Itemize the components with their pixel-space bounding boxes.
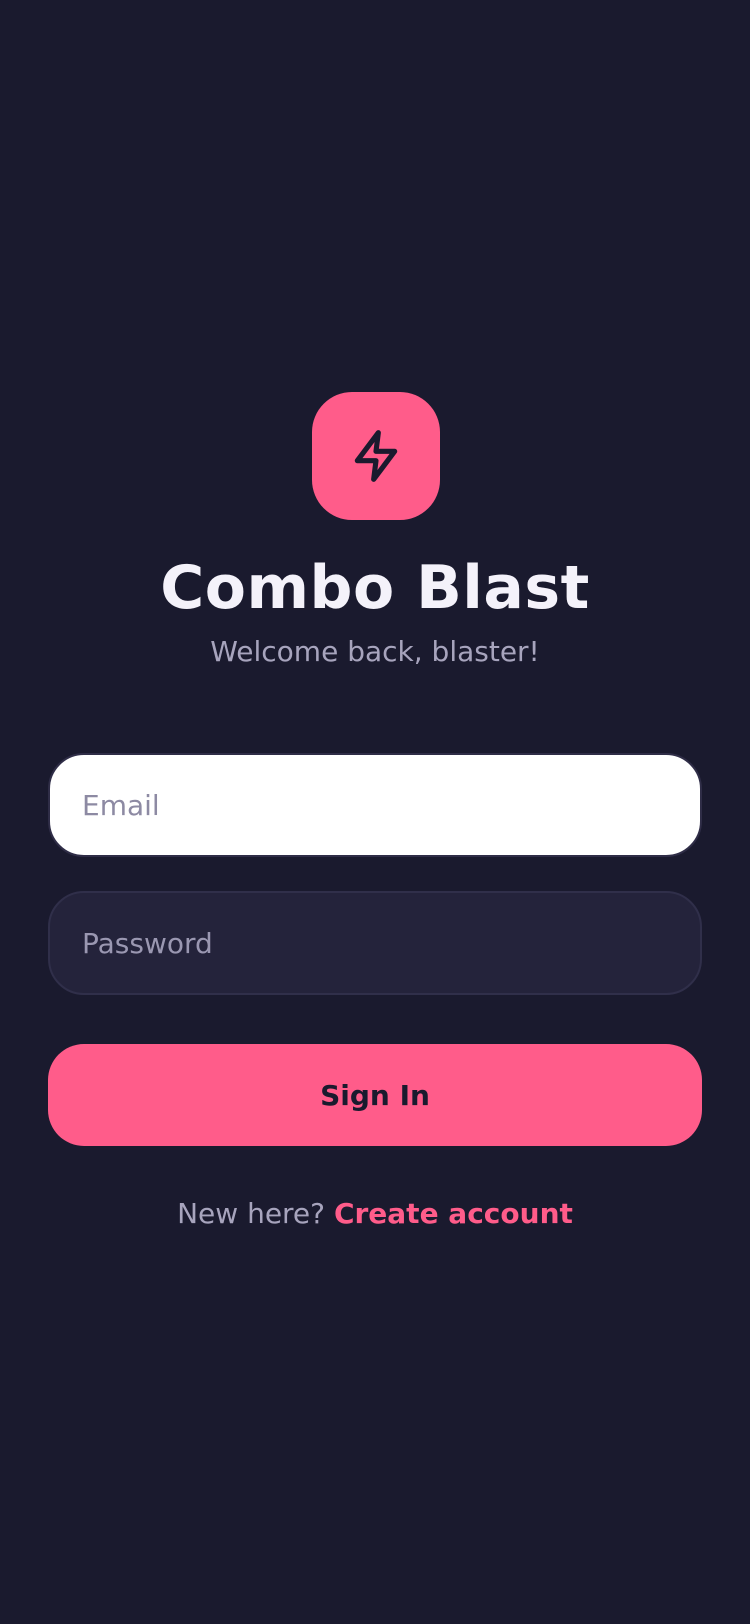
welcome-subtitle: Welcome back, blaster! [210,635,540,668]
lightning-bolt-icon [354,430,398,482]
login-screen: Combo Blast Welcome back, blaster! Sign … [0,0,750,1624]
signup-prompt-text: New here? [177,1197,326,1230]
app-title: Combo Blast [160,553,590,623]
sign-in-button[interactable]: Sign In [48,1044,702,1146]
signup-prompt: New here? Create account [0,1194,750,1234]
create-account-link[interactable]: Create account [334,1197,573,1230]
app-logo [312,392,440,520]
email-input[interactable] [48,753,702,857]
password-input[interactable] [48,891,702,995]
